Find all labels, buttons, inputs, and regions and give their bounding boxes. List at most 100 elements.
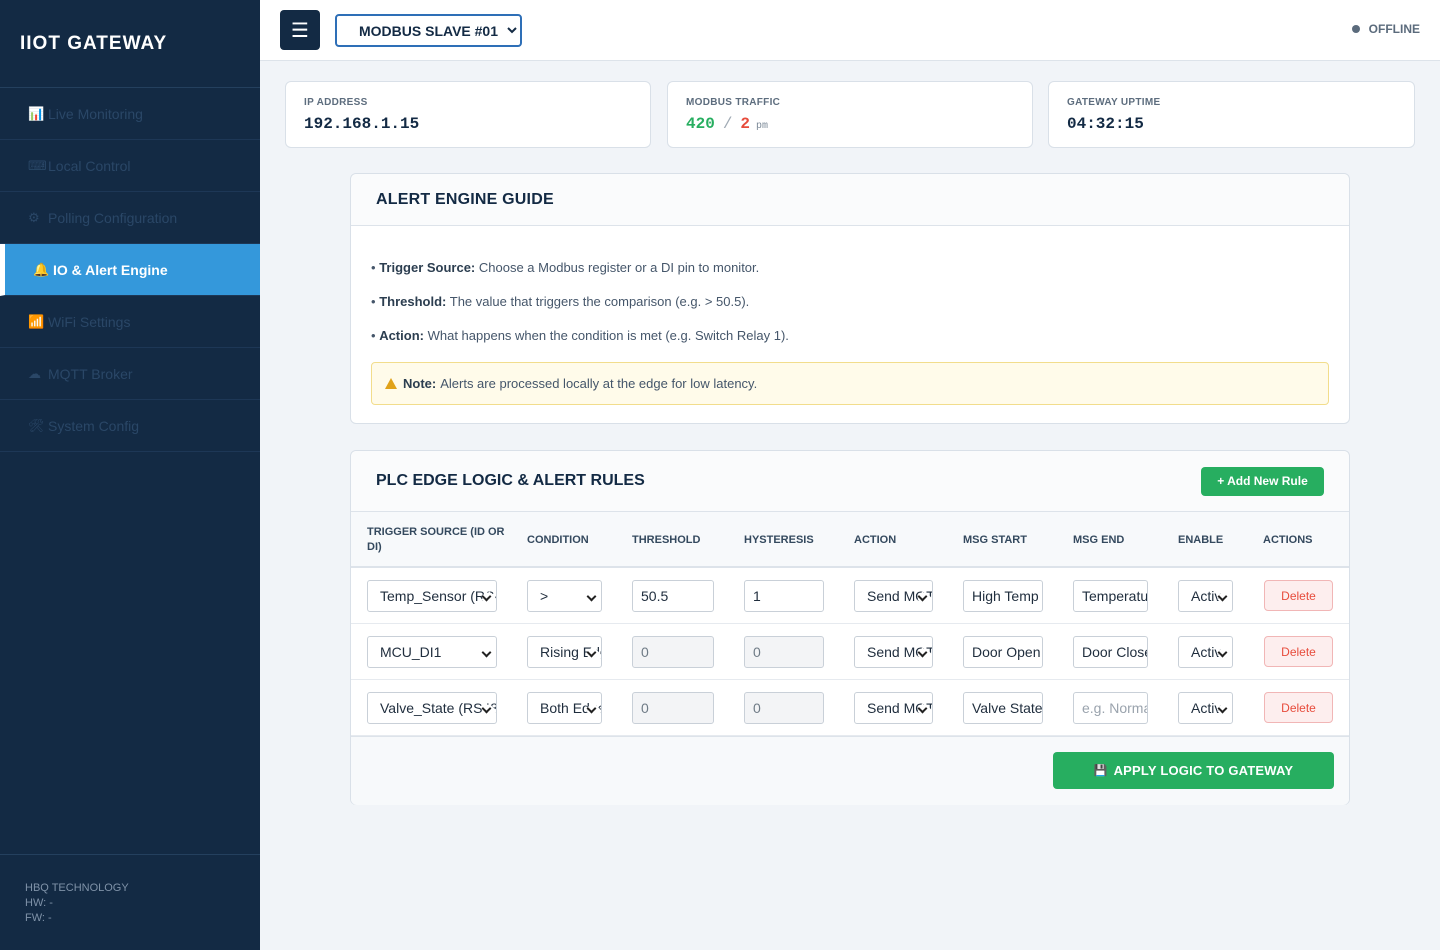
column-header: TRIGGER SOURCE (ID OR DI) — [367, 526, 505, 553]
modbus-traffic-value: 420 / 2 pm — [686, 115, 1014, 133]
guide-text: Choose a Modbus register or a DI pin to … — [478, 260, 760, 275]
hysteresis-input[interactable]: 0 — [744, 636, 824, 668]
warning-icon — [385, 378, 397, 389]
cloud-icon: ☁ — [28, 365, 41, 381]
condition-select[interactable]: > — [527, 580, 602, 612]
add-new-rule-button[interactable]: + Add New Rule — [1201, 466, 1324, 496]
sidebar-item-label: IO & Alert Engine — [53, 261, 168, 278]
company-name: HBQ TECHNOLOGY — [25, 882, 129, 894]
gateway-uptime-value: 04:32:15 — [1067, 115, 1144, 133]
msg-start-input[interactable]: Valve State — [963, 692, 1043, 724]
column-header: HYSTERESIS — [744, 533, 814, 546]
note-term: Note: — [403, 376, 437, 391]
sidebar-item-wifi-settings[interactable]: 📶 WiFi Settings — [0, 296, 260, 348]
hysteresis-input[interactable]: 1 — [744, 580, 824, 612]
apply-logic-button[interactable]: 💾 APPLY LOGIC TO GATEWAY — [1053, 752, 1334, 789]
trigger-source-select[interactable]: MCU_DI1 — [367, 636, 497, 668]
column-header: ENABLE — [1178, 533, 1224, 546]
sidebar-item-polling-configuration[interactable]: ⚙ Polling Configuration — [0, 192, 260, 244]
delete-rule-button[interactable]: Delete — [1264, 636, 1333, 667]
modbus-traffic-label: MODBUS TRAFFIC — [686, 97, 781, 108]
enable-select[interactable]: Active — [1178, 692, 1233, 724]
table-row: Valve_State (RS485) Both Edges 0 0 Send … — [351, 680, 1349, 736]
sidebar-item-label: WiFi Settings — [48, 313, 131, 330]
column-header: MSG START — [963, 533, 1027, 546]
sidebar-item-mqtt-broker[interactable]: ☁ MQTT Broker — [0, 348, 260, 400]
delete-rule-button[interactable]: Delete — [1264, 580, 1333, 611]
sidebar-item-io-alert-engine[interactable]: 🔔 IO & Alert Engine — [0, 244, 260, 296]
gear-icon: ⚙ — [28, 209, 40, 225]
threshold-input[interactable]: 50.5 — [632, 580, 714, 612]
traffic-unit: pm — [756, 121, 769, 132]
guide-bullet: • — [371, 328, 376, 343]
msg-end-input[interactable]: e.g. Normal — [1073, 692, 1148, 724]
slave-select[interactable]: MODBUS SLAVE #01 — [335, 14, 522, 47]
sidebar-item-label: Polling Configuration — [48, 209, 178, 226]
hysteresis-input[interactable]: 0 — [744, 692, 824, 724]
status-dot-icon — [1351, 25, 1360, 33]
threshold-input[interactable]: 0 — [632, 692, 714, 724]
firmware-version: FW: - — [25, 912, 52, 924]
trigger-source-select[interactable]: Valve_State (RS485) — [367, 692, 497, 724]
bell-icon: 🔔 — [33, 261, 50, 277]
table-row: Temp_Sensor (RS485) > 50.5 1 Send MQTT H… — [351, 568, 1349, 624]
note-box: Note: Alerts are processed locally at th… — [371, 362, 1329, 405]
rules-title: PLC EDGE LOGIC & ALERT RULES — [376, 472, 645, 489]
sidebar-item-system-config[interactable]: 🛠 System Config — [0, 400, 260, 452]
sidebar-item-label: Live Monitoring — [48, 105, 143, 122]
guide-text: What happens when the condition is met (… — [427, 328, 789, 343]
ip-address-value: 192.168.1.15 — [304, 115, 420, 133]
sidebar-item-label: System Config — [48, 417, 140, 434]
condition-select[interactable]: Both Edges — [527, 692, 602, 724]
guide-bullet: • — [371, 294, 376, 309]
ip-address-card: IP ADDRESS 192.168.1.15 — [285, 81, 651, 148]
wifi-icon: 📶 — [28, 313, 45, 329]
column-header: MSG END — [1073, 533, 1125, 546]
tools-icon: 🛠 — [28, 417, 45, 433]
msg-end-input[interactable]: Temperature — [1073, 580, 1148, 612]
menu-toggle-button[interactable]: ☰ — [280, 10, 320, 50]
guide-body: • Trigger Source: Choose a Modbus regist… — [351, 226, 1349, 425]
apply-logic-label: APPLY LOGIC TO GATEWAY — [1113, 763, 1294, 778]
guide-bullet: • — [371, 260, 376, 275]
modbus-traffic-card: MODBUS TRAFFIC 420 / 2 pm — [667, 81, 1033, 148]
alert-rules-panel: PLC EDGE LOGIC & ALERT RULES + Add New R… — [350, 450, 1350, 805]
column-header: THRESHOLD — [632, 533, 701, 546]
msg-start-input[interactable]: High Temp — [963, 580, 1043, 612]
guide-term: Threshold: — [379, 294, 447, 309]
guide-text: The value that triggers the comparison (… — [449, 294, 750, 309]
sidebar-item-label: Local Control — [48, 157, 131, 174]
sidebar-footer: HBQ TECHNOLOGY HW: - FW: - — [0, 854, 260, 950]
gateway-uptime-card: GATEWAY UPTIME 04:32:15 — [1048, 81, 1415, 148]
gateway-uptime-label: GATEWAY UPTIME — [1067, 97, 1161, 108]
msg-end-input[interactable]: Door Closed — [1073, 636, 1148, 668]
connection-status: OFFLINE — [1351, 22, 1420, 36]
action-select[interactable]: Send MQTT — [854, 580, 933, 612]
guide-line: • Action: What happens when the conditio… — [371, 328, 1329, 343]
sidebar-item-local-control[interactable]: ⌨ Local Control — [0, 140, 260, 192]
action-select[interactable]: Send MQTT — [854, 692, 933, 724]
hamburger-icon: ☰ — [291, 19, 309, 42]
sidebar-item-live-monitoring[interactable]: 📊 Live Monitoring — [0, 88, 260, 140]
enable-select[interactable]: Active — [1178, 636, 1233, 668]
enable-select[interactable]: Active — [1178, 580, 1233, 612]
threshold-input[interactable]: 0 — [632, 636, 714, 668]
trigger-source-select[interactable]: Temp_Sensor (RS485) — [367, 580, 497, 612]
traffic-error-count: 2 — [740, 115, 751, 133]
sidebar: IIOT GATEWAY 📊 Live Monitoring ⌨ Local C… — [0, 0, 260, 950]
guide-line: • Threshold: The value that triggers the… — [371, 294, 1329, 309]
action-select[interactable]: Send MQTT — [854, 636, 933, 668]
delete-rule-button[interactable]: Delete — [1264, 692, 1333, 723]
hardware-version: HW: - — [25, 897, 53, 909]
condition-select[interactable]: Rising Edge — [527, 636, 602, 668]
traffic-separator: / — [722, 115, 733, 133]
traffic-ok-count: 420 — [686, 115, 715, 133]
status-label: OFFLINE — [1368, 22, 1420, 36]
msg-start-input[interactable]: Door Open — [963, 636, 1043, 668]
rules-footer: 💾 APPLY LOGIC TO GATEWAY — [351, 736, 1349, 805]
sidebar-item-label: MQTT Broker — [48, 365, 133, 382]
table-row: MCU_DI1 Rising Edge 0 0 Send MQTT Door O… — [351, 624, 1349, 680]
rules-table-header: TRIGGER SOURCE (ID OR DI) CONDITION THRE… — [351, 512, 1349, 568]
column-header: ACTIONS — [1263, 533, 1313, 546]
keyboard-icon: ⌨ — [28, 157, 47, 173]
